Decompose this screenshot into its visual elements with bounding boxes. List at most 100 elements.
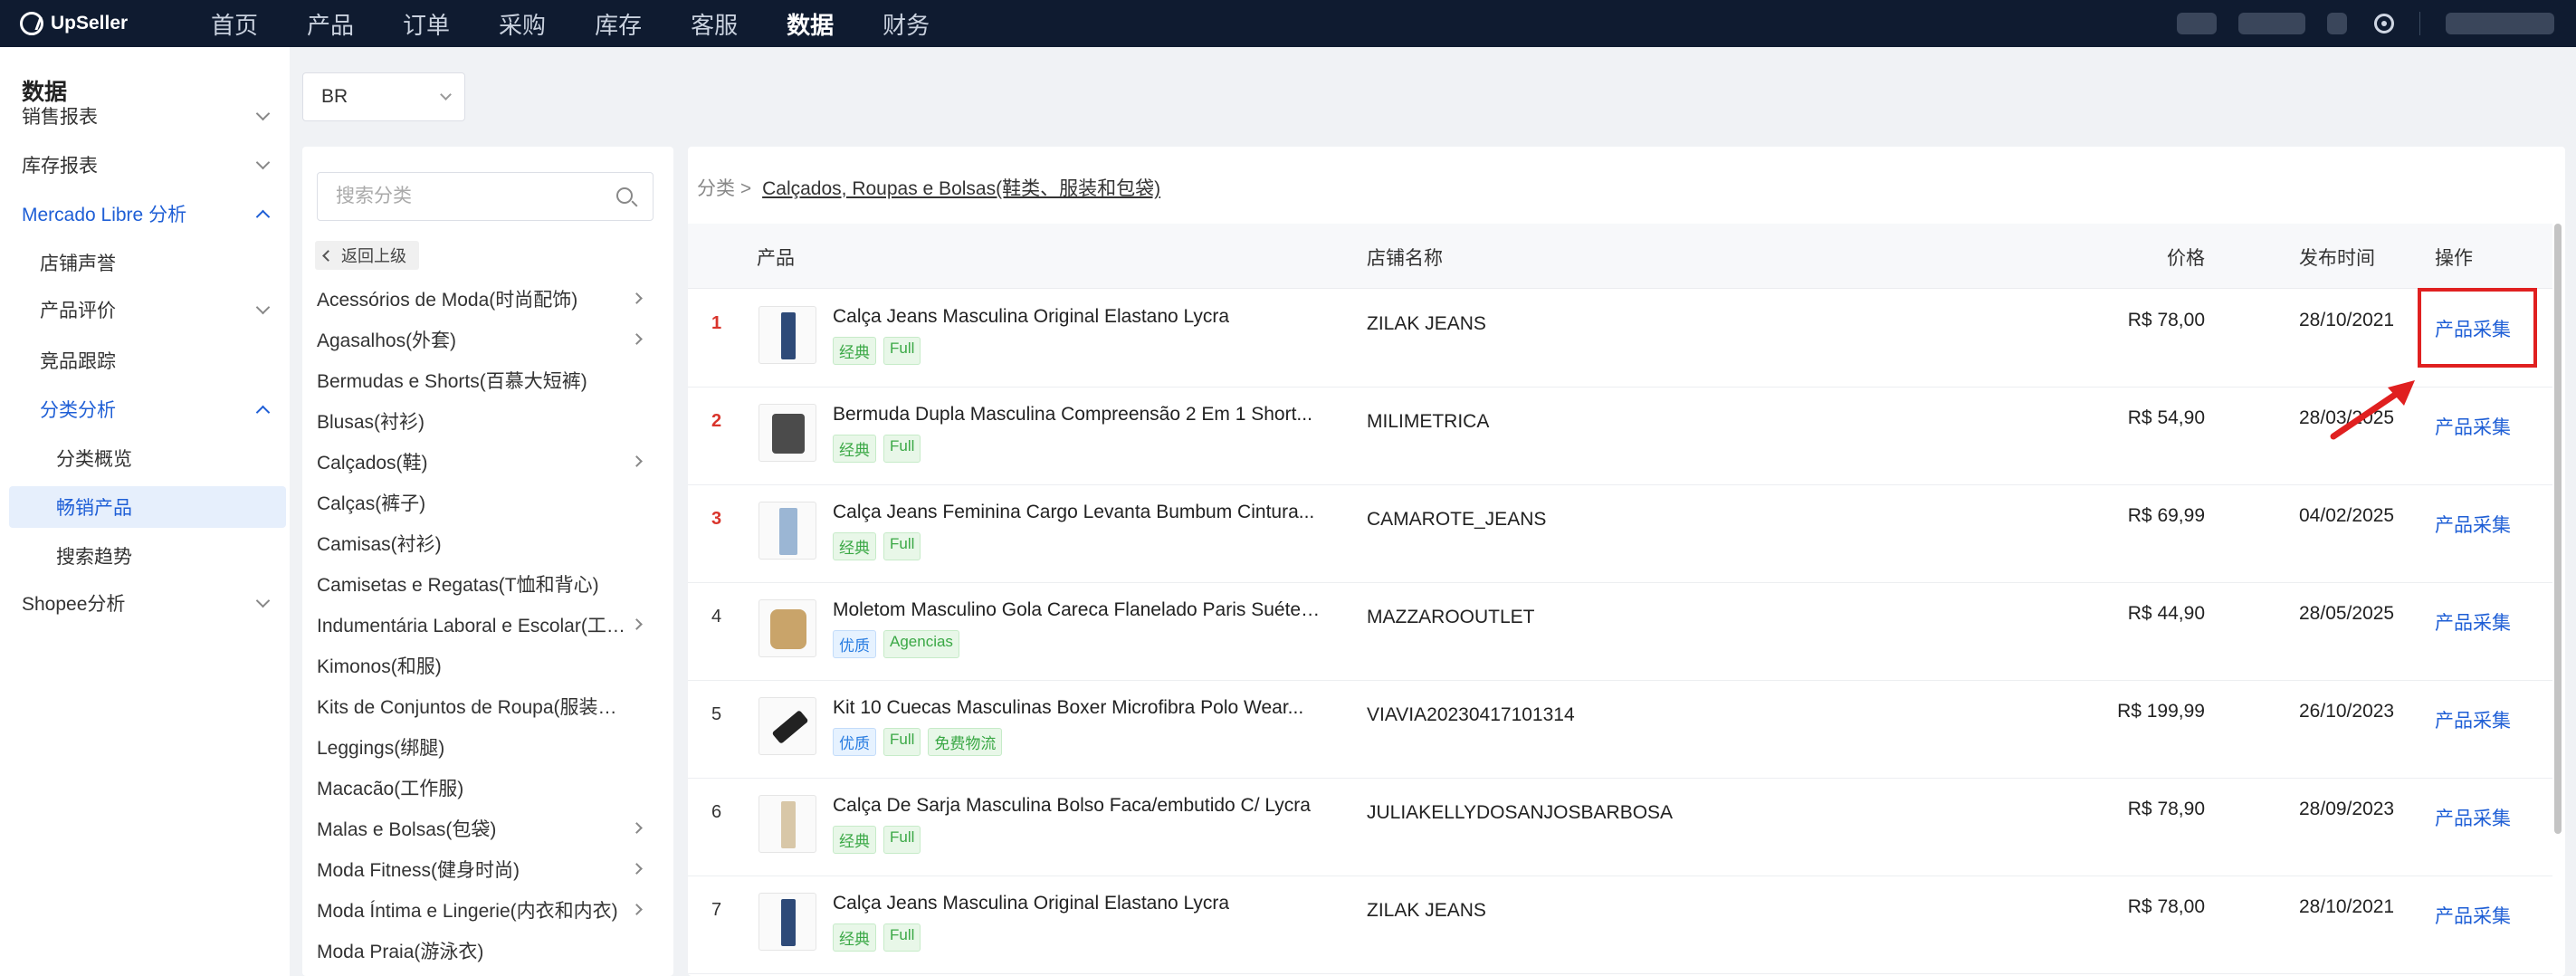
product-thumbnail[interactable] xyxy=(758,404,816,462)
breadcrumb-prefix: 分类 > xyxy=(697,178,752,199)
sidebar-item-label: 畅销产品 xyxy=(56,498,132,519)
category-item[interactable]: Moda Íntima e Lingerie(内衣和内衣) xyxy=(302,889,673,930)
nav-item[interactable]: 产品 xyxy=(307,7,354,41)
table-scrollbar[interactable] xyxy=(2554,224,2562,834)
logo[interactable]: UpSeller xyxy=(20,12,174,35)
category-item[interactable]: Camisetas e Regatas(T恤和背心) xyxy=(302,563,673,604)
category-item[interactable]: Blusas(衬衫) xyxy=(302,400,673,441)
collect-product-link[interactable]: 产品采集 xyxy=(2435,511,2511,538)
top-bar: UpSeller 首页 产品 订单 采购 库存 客服 数据 财务 xyxy=(0,0,2576,47)
product-title[interactable]: Kit 10 Cuecas Masculinas Boxer Microfibr… xyxy=(833,697,1303,719)
collect-product-link[interactable]: 产品采集 xyxy=(2435,804,2511,831)
category-item[interactable]: Moda Fitness(健身时尚) xyxy=(302,848,673,889)
table-row: 2 Bermuda Dupla Masculina Compreensão 2 E… xyxy=(688,388,2552,485)
category-search-input[interactable] xyxy=(334,184,596,209)
category-item-label: Kimonos(和服) xyxy=(317,655,442,677)
category-item[interactable]: Bermudas e Shorts(百慕大短裤) xyxy=(302,359,673,400)
table-row: 1 Calça Jeans Masculina Original Elastano… xyxy=(688,290,2552,388)
sidebar-item[interactable]: 分类概览 xyxy=(0,437,290,479)
category-item[interactable]: Leggings(绑腿) xyxy=(302,726,673,767)
sidebar-item-label: 库存报表 xyxy=(22,156,98,177)
sidebar-item[interactable]: 竞品跟踪 xyxy=(0,340,290,381)
nav-item[interactable]: 首页 xyxy=(211,7,258,41)
sidebar-item-label: 产品评价 xyxy=(40,301,116,321)
category-item[interactable]: Macacão(工作服) xyxy=(302,767,673,808)
nav-item[interactable]: 采购 xyxy=(499,7,546,41)
table-row: 5 Kit 10 Cuecas Masculinas Boxer Microfib… xyxy=(688,681,2552,779)
collect-product-link[interactable]: 产品采集 xyxy=(2435,706,2511,733)
product-thumbnail[interactable] xyxy=(758,893,816,951)
product-title[interactable]: Calça Jeans Masculina Original Elastano … xyxy=(833,893,1229,914)
product-tag: Full xyxy=(883,826,921,854)
sidebar-item[interactable]: 店铺声誉 xyxy=(0,242,290,283)
category-item[interactable]: Moda Praia(游泳衣) xyxy=(302,930,673,971)
sidebar-item[interactable]: 搜索趋势 xyxy=(0,535,290,577)
breadcrumb: 分类 > Calçados, Roupas e Bolsas(鞋类、服装和包袋) xyxy=(697,174,1160,201)
product-title[interactable]: Calça Jeans Feminina Cargo Levanta Bumbu… xyxy=(833,502,1314,523)
product-thumbnail[interactable] xyxy=(758,306,816,364)
product-tags: 优质 Full 免费物流 xyxy=(833,728,1009,756)
category-item-label: Malas e Bolsas(包袋) xyxy=(317,818,497,840)
category-item[interactable]: Kimonos(和服) xyxy=(302,645,673,685)
shop-name: VIAVIA20230417101314 xyxy=(1367,704,1575,725)
category-panel: 返回上级 Acessórios de Moda(时尚配饰) Agasalhos(外… xyxy=(302,147,673,976)
chevron-right-icon xyxy=(631,455,643,467)
product-title[interactable]: Bermuda Dupla Masculina Compreensão 2 Em… xyxy=(833,404,1312,426)
product-thumbnail[interactable] xyxy=(758,697,816,755)
category-item-label: Bermudas e Shorts(百慕大短裤) xyxy=(317,370,587,392)
collect-product-link[interactable]: 产品采集 xyxy=(2435,902,2511,929)
blurred-user-name[interactable] xyxy=(2446,13,2554,34)
sidebar-item[interactable]: 销售报表 xyxy=(0,95,290,137)
product-thumbnail[interactable] xyxy=(758,599,816,657)
product-title[interactable]: Calça Jeans Masculina Original Elastano … xyxy=(833,306,1229,328)
country-select-value: BR xyxy=(321,86,348,107)
category-item[interactable]: Agasalhos(外套) xyxy=(302,319,673,359)
sidebar-item[interactable]: Shopee分析 xyxy=(0,582,290,624)
category-item[interactable]: Calçados(鞋) xyxy=(302,441,673,482)
search-icon[interactable] xyxy=(616,187,633,204)
main-nav: 首页 产品 订单 采购 库存 客服 数据 财务 xyxy=(186,7,954,41)
product-tag: Full xyxy=(883,337,921,365)
product-tag: 经典 xyxy=(833,532,876,560)
sidebar-item[interactable]: 分类分析 xyxy=(0,388,290,430)
chevron-right-icon xyxy=(631,333,643,345)
category-item[interactable]: Malas e Bolsas(包袋) xyxy=(302,808,673,848)
product-price: R$ 44,90 xyxy=(2127,603,2205,624)
category-item[interactable]: Calças(裤子) xyxy=(302,482,673,522)
product-thumbnail[interactable] xyxy=(758,795,816,853)
product-tag: Full xyxy=(883,923,921,952)
nav-item[interactable]: 财务 xyxy=(883,7,930,41)
category-item[interactable]: Indumentária Laboral e Escolar(工作服和校服) xyxy=(302,604,673,645)
chevron-down-icon xyxy=(255,300,271,314)
table-header: 产品 店铺名称 价格 发布时间 操作 xyxy=(688,224,2552,289)
nav-item[interactable]: 订单 xyxy=(403,7,450,41)
sidebar-item[interactable]: 畅销产品 xyxy=(9,486,286,528)
collect-product-link[interactable]: 产品采集 xyxy=(2435,413,2511,440)
category-item[interactable]: Kits de Conjuntos de Roupa(服装套装) xyxy=(302,685,673,726)
product-tags: 经典 Full xyxy=(833,923,928,952)
chevron-right-icon xyxy=(631,292,643,304)
chevron-down-icon xyxy=(440,88,452,100)
nav-item[interactable]: 客服 xyxy=(691,7,738,41)
top-right-area xyxy=(2177,0,2576,47)
product-title[interactable]: Calça De Sarja Masculina Bolso Faca/embu… xyxy=(833,795,1311,817)
sidebar-item[interactable]: 产品评价 xyxy=(0,289,290,330)
category-item-label: Acessórios de Moda(时尚配饰) xyxy=(317,289,578,311)
nav-item[interactable]: 库存 xyxy=(595,7,642,41)
product-tags: 优质 Agencias xyxy=(833,630,967,658)
category-item[interactable]: Acessórios de Moda(时尚配饰) xyxy=(302,278,673,319)
blurred-account-info xyxy=(2238,13,2305,34)
chevron-down-icon xyxy=(255,593,271,608)
sidebar-item[interactable]: 库存报表 xyxy=(0,144,290,186)
product-title[interactable]: Moletom Masculino Gola Careca Flanelado … xyxy=(833,599,1321,621)
nav-item[interactable]: 数据 xyxy=(787,7,834,41)
breadcrumb-current[interactable]: Calçados, Roupas e Bolsas(鞋类、服装和包袋) xyxy=(762,174,1160,201)
product-thumbnail[interactable] xyxy=(758,502,816,560)
collect-product-link[interactable]: 产品采集 xyxy=(2435,608,2511,636)
gear-icon[interactable] xyxy=(2374,14,2394,33)
back-to-parent-button[interactable]: 返回上级 xyxy=(315,241,419,270)
sidebar-item[interactable]: Mercado Libre 分析 xyxy=(0,193,290,234)
country-select[interactable]: BR xyxy=(302,72,465,121)
product-price: R$ 54,90 xyxy=(2127,407,2205,428)
category-item[interactable]: Camisas(衬衫) xyxy=(302,522,673,563)
